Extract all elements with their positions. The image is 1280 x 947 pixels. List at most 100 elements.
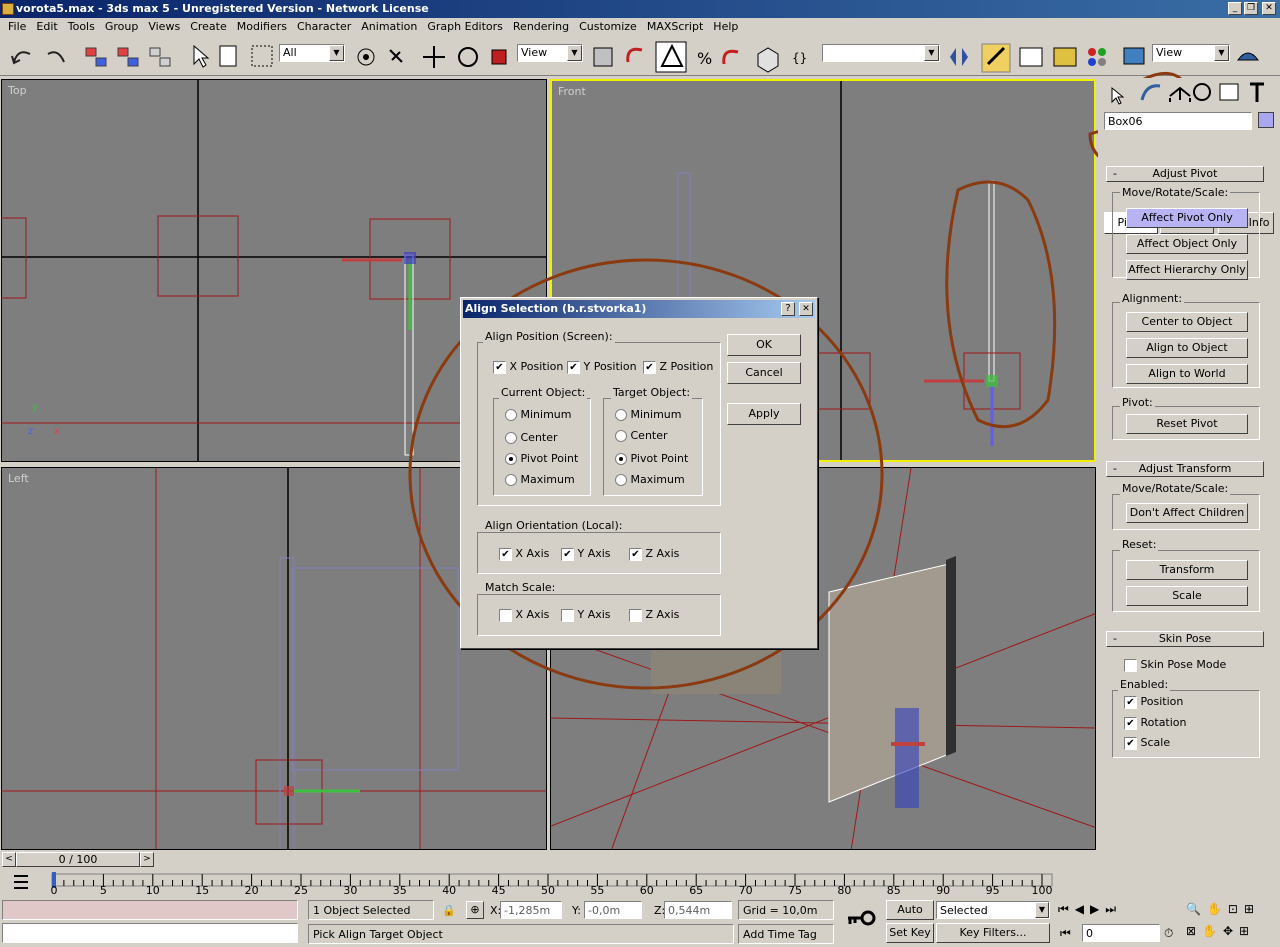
dialog-title: Align Selection (b.r.stvorka1) [463, 300, 815, 318]
timeline-tick-label: 45 [491, 884, 506, 897]
time-next-button[interactable]: > [140, 852, 154, 867]
timeline-tick-label: 90 [936, 884, 951, 897]
time-slider-thumb[interactable]: 0 / 100 [16, 852, 140, 867]
timeline-tick-label: 95 [985, 884, 1000, 897]
timeline-tick-label: 55 [590, 884, 605, 897]
key-filters-button[interactable]: Key Filters... [936, 923, 1050, 943]
align-to-object-button[interactable]: Align to Object [1126, 338, 1248, 358]
timeline-tick-label: 10 [145, 884, 160, 897]
time-config-icon[interactable]: ⏱ [1164, 926, 1173, 941]
target-center-radio[interactable]: Center [615, 429, 668, 442]
align-to-world-button[interactable]: Align to World [1126, 364, 1248, 384]
prompt-line: Pick Align Target Object [308, 924, 734, 944]
timeline-tick-label: 70 [738, 884, 753, 897]
align-selection-dialog: Align Selection (b.r.stvorka1) ? ✕ Align… [460, 297, 818, 649]
maxscript-input[interactable] [2, 923, 298, 943]
skin-pose-mode-checkbox[interactable]: Skin Pose Mode [1124, 658, 1226, 672]
label-match-scale: Match Scale: [483, 581, 558, 594]
target-maximum-radio[interactable]: Maximum [615, 473, 685, 486]
selection-status: 1 Object Selected [308, 900, 434, 920]
add-time-tag[interactable]: Add Time Tag [738, 924, 834, 944]
x-coordinate-field[interactable]: -1,285m [500, 901, 562, 919]
key-filter-combo[interactable]: Selected ▼ [936, 901, 1050, 919]
key-mode-icon[interactable]: ⏮ [1060, 926, 1071, 941]
bottom-bar: 0 5 10 15 20 25 30 35 40 45 50 55 60 65 70 75 80 85 90 95 10… [0, 868, 1280, 947]
rollout-adjust-transform[interactable]: - Adjust Transform [1106, 461, 1264, 477]
current-frame-field[interactable]: 0 [1082, 924, 1160, 942]
timeline-tick-label: 15 [195, 884, 210, 897]
command-panel: Box06 Pivot IK Link Info -Adjust Pivot M… [1098, 78, 1280, 868]
orient-y-axis-checkbox[interactable]: ✔ Y Axis [561, 547, 611, 561]
group-label-transform-move: Move/Rotate/Scale: [1120, 482, 1231, 495]
dont-affect-children-button[interactable]: Don't Affect Children [1126, 503, 1248, 523]
panel-tabs-icons [1111, 82, 1264, 105]
z-coordinate-field[interactable]: 0,544m [664, 901, 732, 919]
group-label-reset: Reset: [1120, 538, 1159, 551]
timeline-tick-label: 60 [639, 884, 654, 897]
timeline-tick-label: 5 [99, 884, 107, 897]
scale-x-axis-checkbox[interactable]: X Axis [499, 608, 549, 622]
reset-pivot-button[interactable]: Reset Pivot [1126, 414, 1248, 434]
playback-controls[interactable]: ⏮◀▶⏭ [1058, 902, 1122, 917]
affect-pivot-only-button[interactable]: Affect Pivot Only [1126, 208, 1248, 228]
center-to-object-button[interactable]: Center to Object [1126, 312, 1248, 332]
current-minimum-radio[interactable]: Minimum [505, 408, 571, 421]
orient-z-axis-checkbox[interactable]: ✔ Z Axis [629, 547, 679, 561]
viewport-nav-controls[interactable]: 🔍✋⊡⊞ [1186, 902, 1260, 916]
ok-button[interactable]: OK [727, 334, 801, 356]
current-center-radio[interactable]: Center [505, 431, 558, 444]
current-pivot-radio[interactable]: Pivot Point [505, 452, 578, 465]
rollout-skin-pose[interactable]: - Skin Pose [1106, 631, 1264, 647]
set-key-button[interactable]: Set Key [886, 923, 934, 943]
target-pivot-radio[interactable]: Pivot Point [615, 452, 688, 465]
timeline-tick-label: 80 [837, 884, 852, 897]
viewport-nav-controls-2[interactable]: ⊠✋✥⊞ [1186, 924, 1255, 938]
auto-key-button[interactable]: Auto Key [886, 900, 934, 934]
affect-object-only-button[interactable]: Affect Object Only [1126, 234, 1248, 254]
label-align-position: Align Position (Screen): [483, 330, 615, 343]
scale-checkbox[interactable]: ✔ Scale [1124, 736, 1170, 750]
dialog-help-button[interactable]: ? [781, 302, 795, 316]
group-label-alignment: Alignment: [1120, 292, 1185, 305]
scale-y-axis-checkbox[interactable]: Y Axis [561, 608, 611, 622]
key-icon[interactable] [846, 908, 876, 928]
dialog-close-button[interactable]: ✕ [799, 302, 813, 316]
timeline-tick-label: 35 [392, 884, 407, 897]
grid-status: Grid = 10,0m [738, 900, 834, 920]
scale-z-axis-checkbox[interactable]: Z Axis [629, 608, 679, 622]
affect-hierarchy-only-button[interactable]: Affect Hierarchy Only [1126, 260, 1248, 280]
label-current-object: Current Object: [499, 386, 588, 399]
timeline-tick-label: 40 [442, 884, 457, 897]
z-position-checkbox[interactable]: ✔ Z Position [643, 360, 713, 374]
timeline-tick-label: 25 [294, 884, 308, 897]
timeline-tick-label: 85 [886, 884, 901, 897]
maxscript-listener-mini[interactable] [2, 900, 298, 920]
group-label-enabled: Enabled: [1118, 678, 1171, 691]
target-minimum-radio[interactable]: Minimum [615, 408, 681, 421]
reset-transform-button[interactable]: Transform [1126, 560, 1248, 580]
x-position-checkbox[interactable]: ✔ X Position [493, 360, 563, 374]
current-maximum-radio[interactable]: Maximum [505, 473, 575, 486]
position-checkbox[interactable]: ✔ Position [1124, 695, 1183, 709]
timeline-tick-label: 30 [343, 884, 358, 897]
object-color-swatch[interactable] [1258, 112, 1274, 128]
time-slider-track[interactable]: < 0 / 100 > [0, 851, 1098, 868]
timeline-tick-label: 75 [788, 884, 802, 897]
hierarchy-icon [1169, 86, 1191, 102]
y-label: Y: [572, 904, 581, 917]
absolute-mode-icon[interactable]: ⊕ [466, 901, 484, 919]
lock-icon[interactable]: 🔒 [442, 904, 456, 917]
cancel-button[interactable]: Cancel [727, 362, 801, 384]
apply-button[interactable]: Apply [727, 403, 801, 425]
y-coordinate-field[interactable]: -0,0m [584, 901, 642, 919]
rotation-checkbox[interactable]: ✔ Rotation [1124, 716, 1187, 730]
reset-scale-button[interactable]: Scale [1126, 586, 1248, 606]
group-label-pivot: Pivot: [1120, 396, 1155, 409]
timeline-tick-label: 100 [1031, 884, 1053, 897]
orient-x-axis-checkbox[interactable]: ✔ X Axis [499, 547, 549, 561]
timeline-tick-label: 50 [541, 884, 555, 897]
rollout-adjust-pivot[interactable]: - Adjust Pivot [1106, 166, 1264, 182]
y-position-checkbox[interactable]: ✔ Y Position [567, 360, 637, 374]
time-prev-button[interactable]: < [2, 852, 16, 867]
object-name-field[interactable]: Box06 [1104, 112, 1252, 130]
